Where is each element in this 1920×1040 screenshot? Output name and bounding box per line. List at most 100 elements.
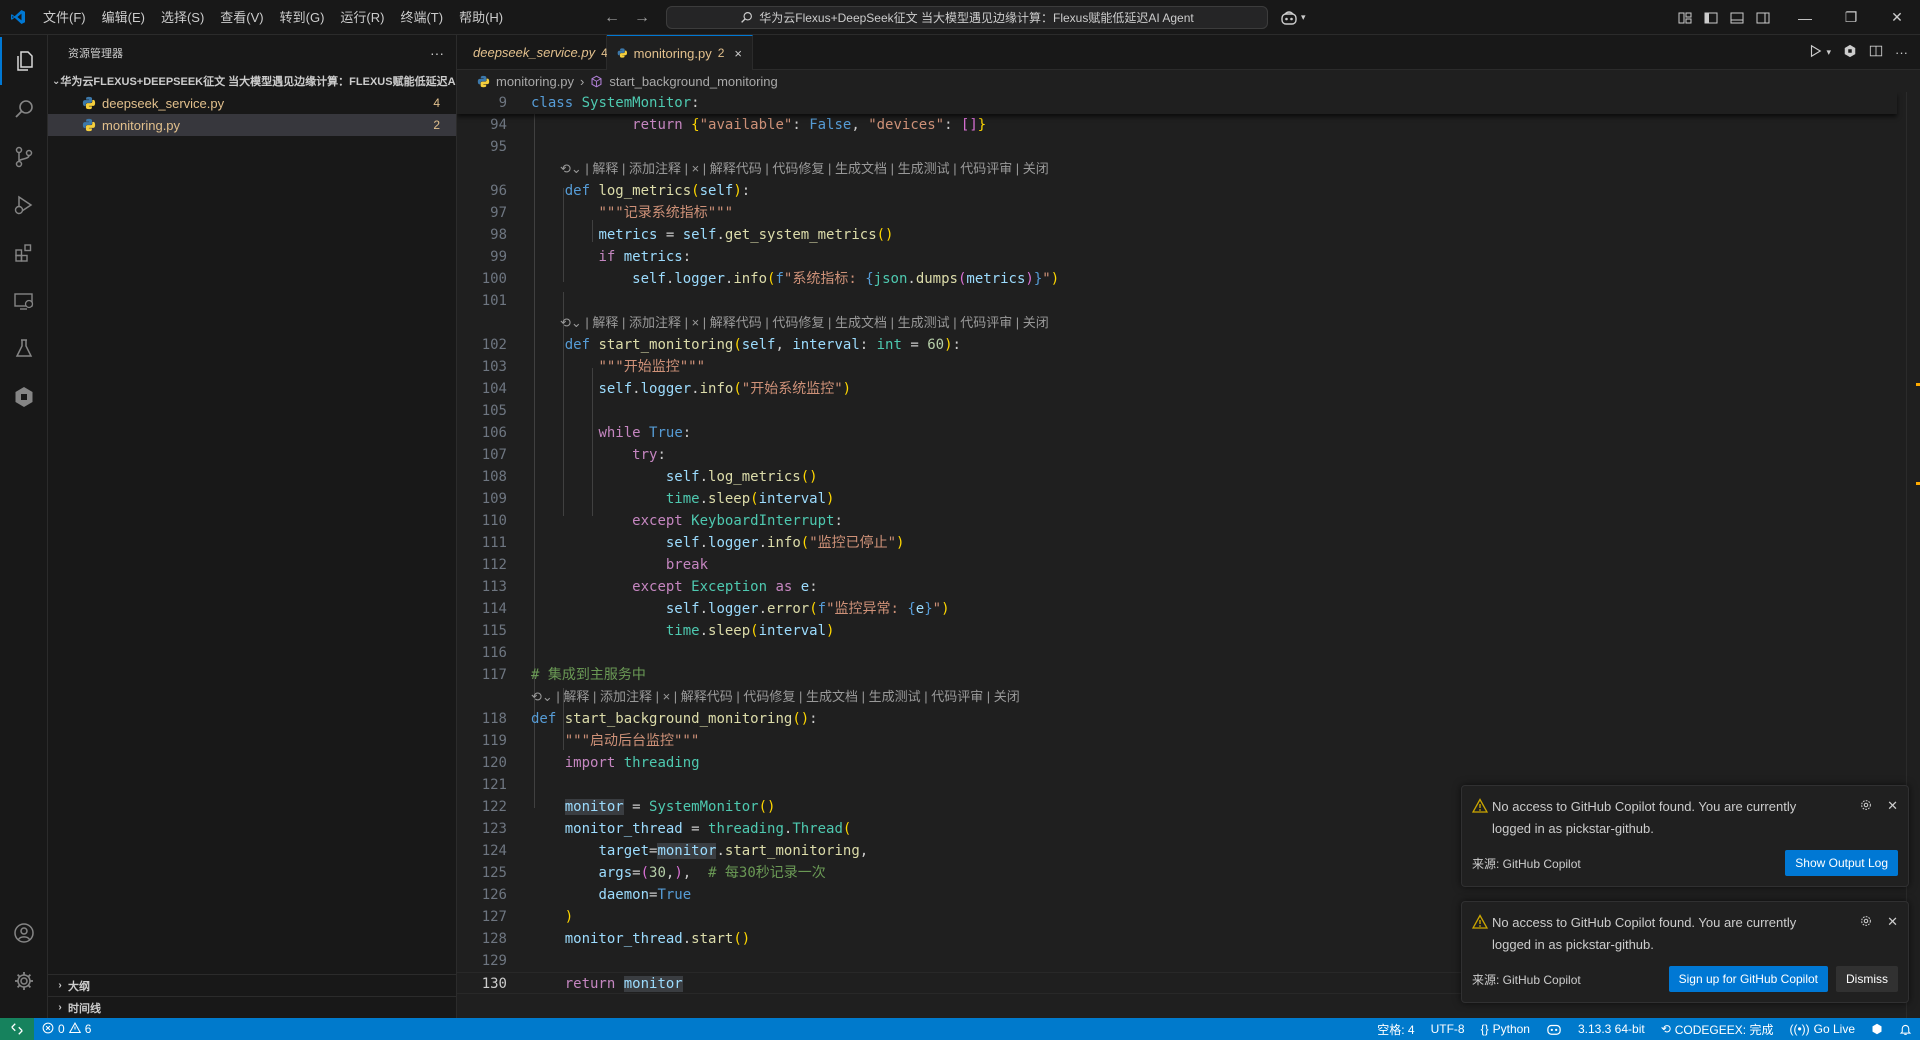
language-status[interactable]: {} Python [1473, 1018, 1538, 1040]
remote-indicator-icon[interactable] [0, 1018, 34, 1040]
code-line: 102 def start_monitoring(self, interval:… [481, 337, 961, 353]
menu-go[interactable]: 转到(G) [272, 0, 333, 35]
back-arrow-icon[interactable]: ← [604, 9, 620, 27]
notification-settings-gear-icon[interactable] [1859, 914, 1873, 931]
code-line: 101 [481, 293, 507, 309]
tab-badge: 2 [717, 46, 725, 60]
indentation-status[interactable]: 空格: 4 [1369, 1018, 1422, 1040]
code-line: 94 return {"available": False, "devices"… [490, 117, 987, 133]
broadcast-icon: ((•)) [1789, 1022, 1810, 1036]
code-line: 117 # 集成到主服务中 [481, 667, 646, 683]
warning-icon [1471, 912, 1492, 956]
problems-status[interactable]: 0 6 [34, 1018, 99, 1040]
menu-run[interactable]: 运行(R) [332, 0, 392, 35]
restore-icon[interactable]: ❐ [1828, 0, 1874, 35]
file-name: monitoring.py [102, 117, 181, 133]
toggle-primary-sidebar-icon[interactable] [1702, 9, 1720, 27]
more-actions-icon[interactable]: ··· [430, 45, 444, 61]
chevron-down-icon: ▾ [1301, 12, 1306, 22]
vscode-logo-icon [0, 0, 35, 35]
code-line: 100 self.logger.info(f"系统指标: {json.dumps… [481, 271, 1060, 287]
braces-icon: {} [1480, 1022, 1489, 1036]
code-line: 115 time.sleep(interval) [481, 623, 835, 639]
split-editor-icon[interactable] [1869, 44, 1883, 61]
file-item-monitoring[interactable]: monitoring.py 2 [48, 114, 456, 136]
file-name: deepseek_service.py [102, 95, 225, 111]
codelens-line[interactable]: ⟲⌄ | 解释 | 添加注释 | × | 解释代码 | 代码修复 | 生成文档 … [457, 686, 1897, 708]
notification-message: No access to GitHub Copilot found. You a… [1492, 915, 1797, 952]
menu-help[interactable]: 帮助(H) [451, 0, 511, 35]
code-line: 98 metrics = self.get_system_metrics() [490, 227, 894, 243]
codelens-line[interactable]: ⟲⌄ | 解释 | 添加注释 | × | 解释代码 | 代码修复 | 生成文档 … [457, 312, 1897, 334]
tab-monitoring[interactable]: monitoring.py 2 × [607, 35, 753, 70]
menu-terminal[interactable]: 终端(T) [392, 0, 451, 35]
code-line: 114 self.logger.error(f"监控异常: {e}") [481, 601, 950, 617]
tab-deepseek-service[interactable]: deepseek_service.py 4 [457, 35, 608, 70]
testing-icon[interactable] [0, 325, 48, 373]
codelens-line[interactable]: ⟲⌄ | 解释 | 添加注释 | × | 解释代码 | 代码修复 | 生成文档 … [457, 158, 1897, 180]
notification-toast: No access to GitHub Copilot found. You a… [1461, 785, 1909, 887]
chevron-down-icon[interactable]: ▾ [1826, 47, 1831, 58]
menu-file[interactable]: 文件(F) [35, 0, 94, 35]
timeline-section[interactable]: › 时间线 [48, 996, 457, 1018]
close-notification-icon[interactable]: ✕ [1887, 914, 1898, 931]
search-icon[interactable] [0, 85, 48, 133]
toggle-secondary-sidebar-icon[interactable] [1754, 9, 1772, 27]
codegeex-status[interactable]: ⟲ CODEGEEX: 完成 [1653, 1018, 1782, 1040]
tab-label: monitoring.py [633, 45, 712, 61]
run-debug-icon[interactable] [0, 181, 48, 229]
workspace-folder[interactable]: ⌄ 华为云FLEXUS+DEEPSEEK征文 当大模型遇见边缘计算：FLEXUS… [48, 70, 456, 92]
error-count: 0 [58, 1022, 65, 1036]
close-notification-icon[interactable]: ✕ [1887, 798, 1898, 815]
breadcrumb-file[interactable]: monitoring.py [496, 74, 574, 89]
dismiss-button[interactable]: Dismiss [1836, 966, 1898, 992]
close-tab-icon[interactable]: × [734, 46, 742, 61]
codegeex-icon[interactable] [0, 373, 48, 421]
account-icon[interactable] [0, 909, 48, 957]
scrollbar-warning-marker [1916, 383, 1920, 386]
notifications-bell-icon[interactable] [1891, 1018, 1920, 1040]
go-live-status[interactable]: ((•)) Go Live [1781, 1018, 1863, 1040]
show-output-log-button[interactable]: Show Output Log [1785, 850, 1898, 876]
timeline-title: 时间线 [68, 1002, 101, 1015]
python-file-icon [617, 48, 628, 58]
notification-settings-gear-icon[interactable] [1859, 798, 1873, 815]
run-python-file-icon[interactable] [1808, 44, 1822, 61]
codegeex-action-icon[interactable] [1843, 44, 1857, 61]
close-window-icon[interactable]: ✕ [1874, 0, 1920, 35]
extensions-icon[interactable] [0, 229, 48, 277]
copilot-status-icon[interactable] [1538, 1018, 1570, 1040]
warning-icon [68, 1021, 81, 1037]
menu-edit[interactable]: 编辑(E) [94, 0, 153, 35]
sticky-class-line: class SystemMonitor: [531, 95, 700, 111]
minimize-icon[interactable]: — [1782, 0, 1828, 35]
codelens-actions: | 解释 | 添加注释 | × | 解释代码 | 代码修复 | 生成文档 | 生… [585, 161, 1049, 176]
encoding-status[interactable]: UTF-8 [1423, 1018, 1473, 1040]
forward-arrow-icon[interactable]: → [634, 9, 650, 27]
toggle-panel-icon[interactable] [1728, 9, 1746, 27]
breadcrumb: monitoring.py › start_background_monitor… [457, 70, 1920, 92]
sign-up-copilot-button[interactable]: Sign up for GitHub Copilot [1668, 966, 1828, 992]
customize-layout-icon[interactable] [1676, 9, 1694, 27]
go-live-label: Go Live [1813, 1022, 1855, 1036]
python-interpreter-status[interactable]: 3.13.3 64-bit [1570, 1018, 1653, 1040]
copilot-menu[interactable]: ▾ [1280, 0, 1306, 35]
command-center-search[interactable]: 华为云Flexus+DeepSeek征文 当大模型遇见边缘计算：Flexus赋能… [666, 6, 1268, 29]
codegeex-status-icon[interactable] [1863, 1018, 1891, 1040]
code-line: 107 try: [481, 447, 666, 463]
file-item-deepseek-service[interactable]: deepseek_service.py 4 [48, 92, 456, 114]
settings-gear-icon[interactable] [0, 957, 48, 1005]
explorer-icon[interactable] [0, 37, 48, 85]
menu-view[interactable]: 查看(V) [212, 0, 271, 35]
notification-message: No access to GitHub Copilot found. You a… [1492, 799, 1797, 836]
code-line: 96 def log_metrics(self): [490, 183, 751, 199]
breadcrumb-symbol[interactable]: start_background_monitoring [609, 74, 777, 89]
source-control-icon[interactable] [0, 133, 48, 181]
remote-explorer-icon[interactable] [0, 277, 48, 325]
sticky-scroll-line[interactable]: 9 class SystemMonitor: [457, 92, 1897, 114]
more-actions-icon[interactable]: ··· [1895, 45, 1908, 60]
outline-section[interactable]: › 大纲 [48, 974, 457, 996]
folder-name: 华为云FLEXUS+DEEPSEEK征文 当大模型遇见边缘计算：FLEXUS赋能… [60, 76, 456, 88]
menu-selection[interactable]: 选择(S) [153, 0, 212, 35]
problems-badge: 2 [433, 118, 440, 132]
